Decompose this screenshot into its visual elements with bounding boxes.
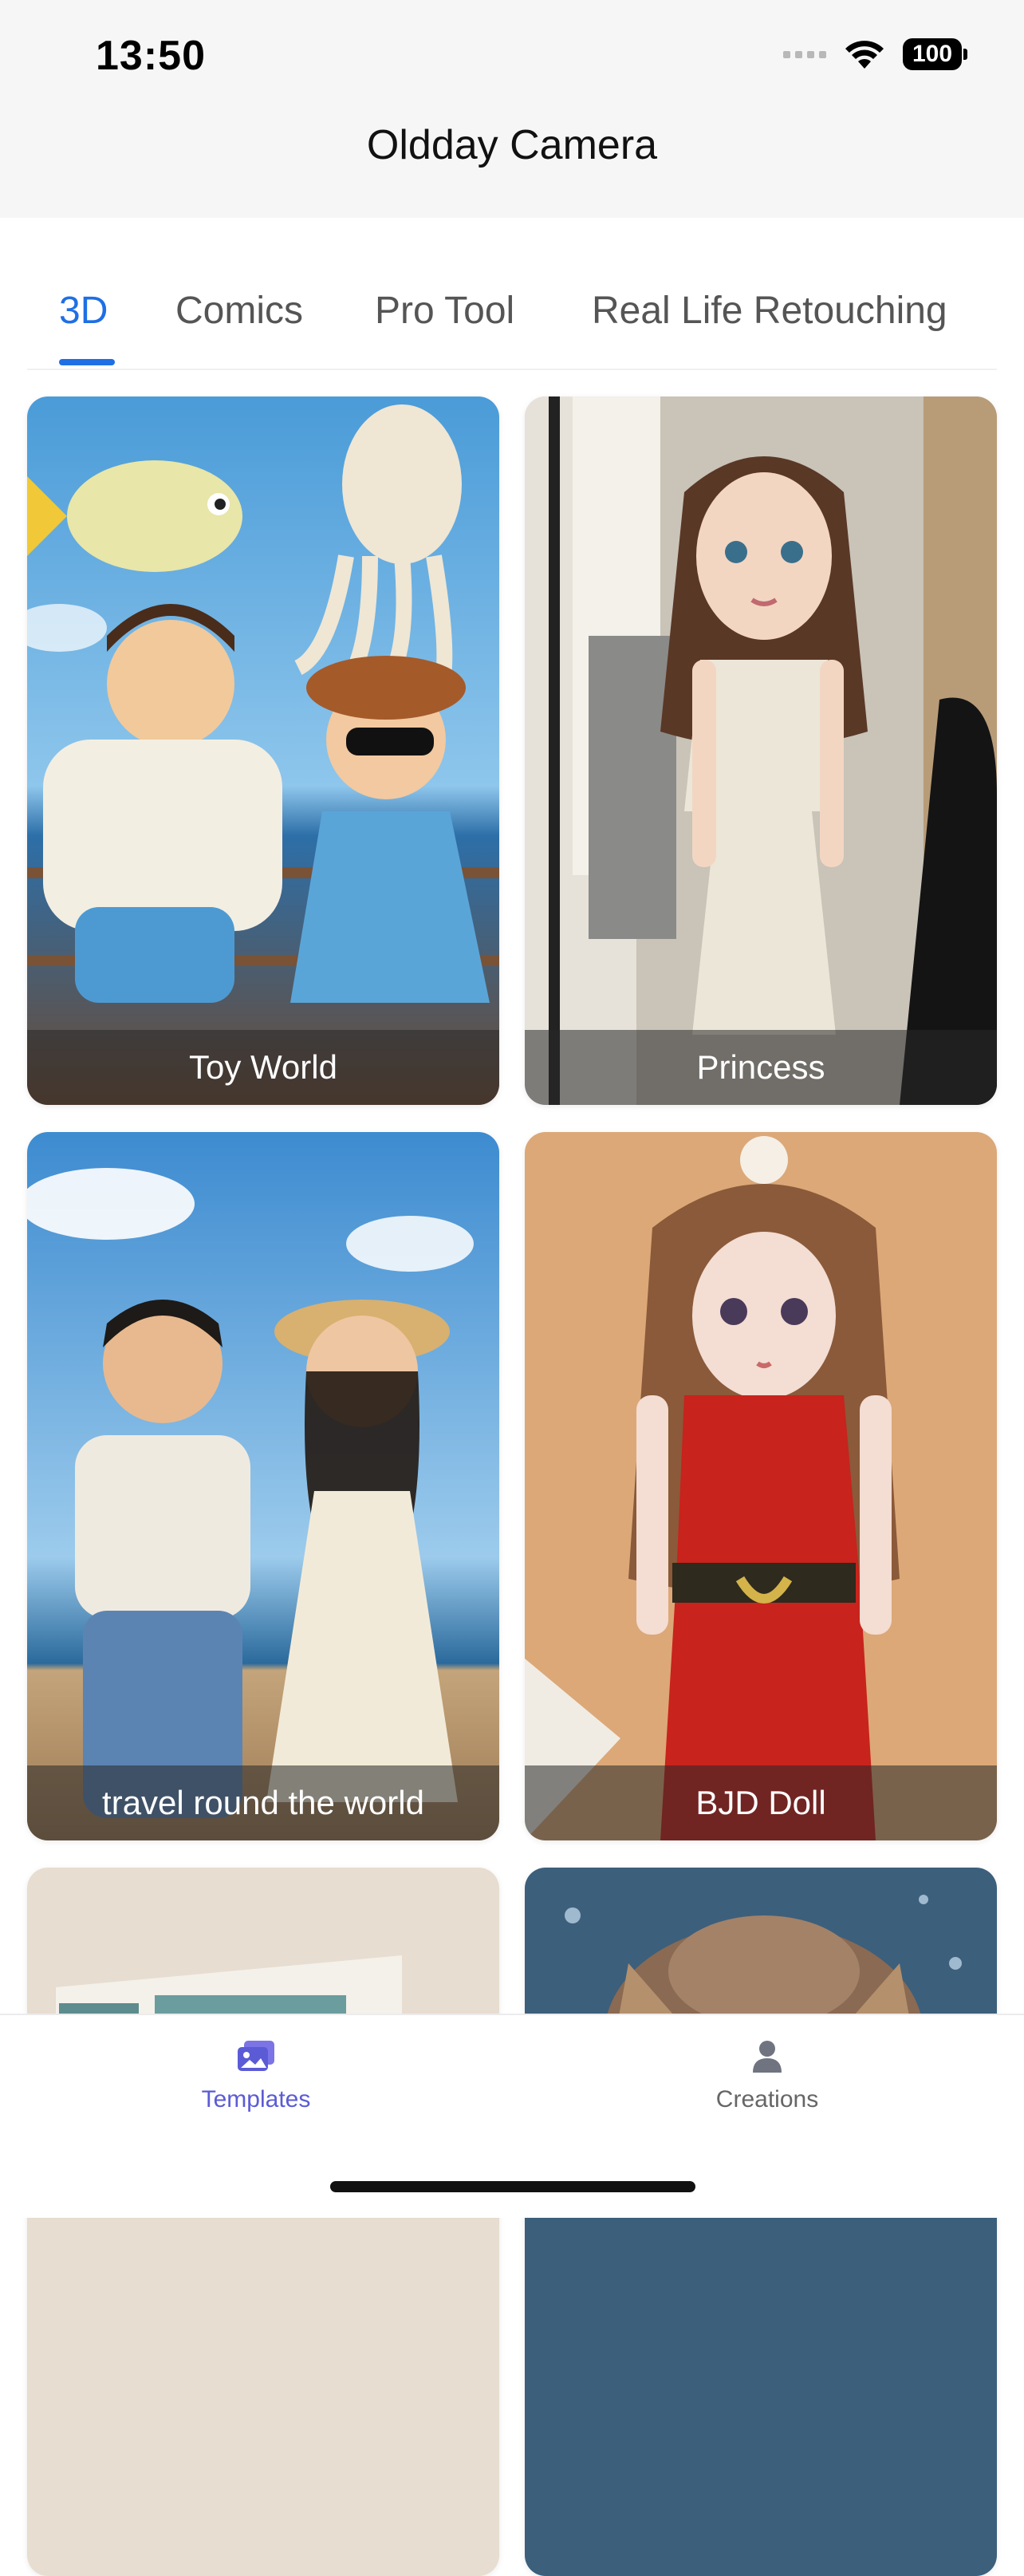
template-caption: Princess [525, 1030, 997, 1105]
templates-label: Templates [201, 2086, 311, 2112]
navigation-bar: Oldday Camera [0, 120, 1024, 218]
tab-real-life-retouching[interactable]: Real Life Retouching [592, 289, 947, 333]
tab-3d[interactable]: 3D [59, 289, 108, 333]
templates-icon [238, 2041, 274, 2071]
wifi-icon [845, 41, 884, 69]
template-caption: travel round the world [27, 1765, 499, 1840]
status-time: 13:50 [96, 33, 206, 79]
home-indicator [330, 2181, 695, 2192]
template-card-travel-round-the-world[interactable]: travel round the world [27, 1132, 499, 1840]
active-tab-indicator [59, 359, 115, 365]
page-title: Oldday Camera [366, 121, 658, 168]
template-card-toy-world[interactable]: Toy World [27, 396, 499, 1105]
template-card-bjd-doll[interactable]: BJD Doll [525, 1132, 997, 1840]
travel-image [27, 1132, 499, 1840]
cellular-signal-icon [783, 50, 826, 58]
template-card-princess[interactable]: Princess [525, 396, 997, 1105]
tab-creations[interactable]: Creations [648, 2039, 887, 2113]
person-icon [753, 2041, 782, 2073]
bjd-doll-image [525, 1132, 997, 1840]
battery-icon: 100 [903, 38, 967, 70]
template-card-partial-creature[interactable] [525, 1868, 997, 2576]
tab-comics[interactable]: Comics [175, 289, 303, 333]
creations-label: Creations [715, 2086, 819, 2112]
bottom-tab-bar: Templates Creations [0, 2014, 1024, 2218]
template-caption: BJD Doll [525, 1765, 997, 1840]
template-card-partial-box[interactable] [27, 1868, 499, 2576]
battery-level: 100 [912, 41, 953, 67]
tab-templates[interactable]: Templates [136, 2039, 376, 2113]
creature-image [525, 1868, 997, 2576]
tab-pro-tool[interactable]: Pro Tool [375, 289, 514, 333]
category-tabs: 3D Comics Pro Tool Real Life Retouching [27, 263, 997, 370]
product-box-image [27, 1868, 499, 2576]
template-caption: Toy World [27, 1030, 499, 1105]
princess-image [525, 396, 997, 1105]
status-icons: 100 [783, 38, 967, 70]
status-bar: 13:50 100 [0, 0, 1024, 120]
toy-world-image [27, 396, 499, 1105]
